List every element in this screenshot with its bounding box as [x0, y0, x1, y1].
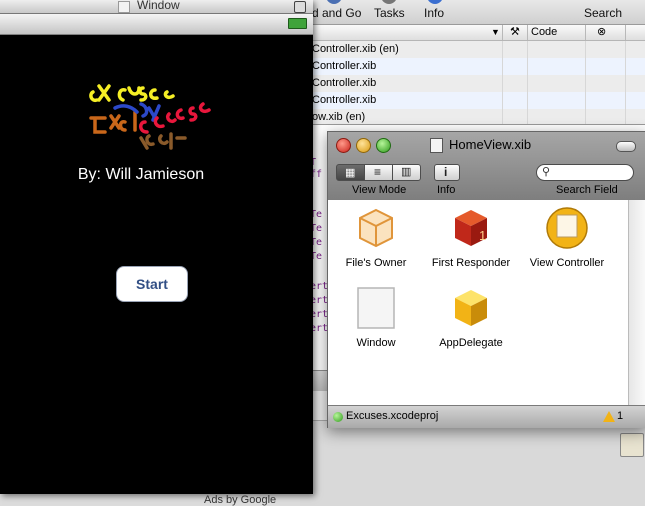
- warning-icon[interactable]: [603, 411, 615, 422]
- view-controller-icon: [546, 207, 588, 249]
- grid-icon: ▦: [345, 167, 356, 179]
- view-mode-label: View Mode: [352, 184, 407, 196]
- list-item[interactable]: Controller.xib: [300, 92, 645, 109]
- xib-document-icon: [430, 138, 443, 153]
- minimize-button[interactable]: [356, 138, 371, 153]
- columns-icon: ▥: [401, 166, 412, 178]
- sort-triangle-icon[interactable]: ▼: [491, 27, 500, 37]
- tasks-button[interactable]: Tasks: [374, 6, 405, 20]
- info-label: Info: [437, 184, 456, 196]
- toolbar-toggle-button[interactable]: [616, 141, 636, 152]
- column-view-button[interactable]: ▥: [392, 164, 421, 181]
- list-view-button[interactable]: ≡: [364, 164, 393, 181]
- file-list: Controller.xib (en) Controller.xib Contr…: [300, 41, 645, 126]
- red-cube-icon: 1: [455, 210, 487, 246]
- window-title: Window: [137, 0, 180, 12]
- search-input[interactable]: ⚲: [536, 164, 634, 181]
- author-byline: By: Will Jamieson: [77, 166, 205, 183]
- build-and-go-icon[interactable]: [326, 0, 342, 4]
- simulator-window: Window By: Will Jamieson Start: [0, 0, 313, 494]
- transparent-cube-icon: [359, 208, 393, 248]
- icon-view-button[interactable]: ▦: [336, 164, 365, 181]
- window-icon: [357, 287, 395, 329]
- simulator-titlebar[interactable]: Window: [0, 0, 313, 14]
- info-button[interactable]: Info: [424, 6, 444, 20]
- info-icon[interactable]: [427, 0, 443, 4]
- xcode-bottom-pane: [300, 420, 645, 506]
- hammer-icon[interactable]: ⚒: [510, 25, 520, 38]
- xcode-toolbar: d and Go Tasks Info Search: [300, 0, 645, 25]
- svg-text:1: 1: [479, 228, 486, 243]
- vertical-scrollbar[interactable]: [628, 200, 645, 405]
- ib-document-window: HomeView.xib ▦ ≡ ▥ View Mode i Info ⚲ Se…: [327, 131, 645, 428]
- search-label: Search: [584, 6, 623, 20]
- zoom-icon[interactable]: [294, 1, 306, 13]
- column-code[interactable]: Code: [531, 26, 557, 38]
- list-item[interactable]: Controller.xib: [300, 75, 645, 92]
- list-item[interactable]: Controller.xib (en): [300, 41, 645, 58]
- ib-status-bar: Excuses.xcodeproj 1: [328, 405, 645, 428]
- file-list-header: ▼ ⚒ Code ⊗: [300, 25, 645, 41]
- window-title: HomeView.xib: [449, 137, 532, 152]
- warning-count[interactable]: 1: [617, 410, 623, 422]
- document-icon: [118, 1, 130, 13]
- info-icon: i: [444, 165, 448, 179]
- list-item[interactable]: Controller.xib: [300, 58, 645, 75]
- close-button[interactable]: [336, 138, 351, 153]
- objects-view: File's Owner 1 First Responder View Cont…: [328, 200, 628, 405]
- build-and-go-button[interactable]: d and Go: [312, 6, 361, 20]
- yellow-cube-icon: [455, 290, 487, 326]
- device-status-bar: [0, 14, 313, 35]
- target-icon[interactable]: ⊗: [597, 25, 606, 38]
- battery-charging-icon: [288, 18, 307, 29]
- project-name[interactable]: Excuses.xcodeproj: [346, 410, 438, 422]
- search-icon: ⚲: [542, 166, 551, 178]
- zoom-button[interactable]: [376, 138, 391, 153]
- ib-toolbar: HomeView.xib ▦ ≡ ▥ View Mode i Info ⚲ Se…: [328, 132, 645, 200]
- script-icon[interactable]: [620, 433, 644, 457]
- ads-label: Ads by Google: [204, 494, 277, 506]
- tasks-icon[interactable]: [381, 0, 397, 4]
- search-field-label: Search Field: [556, 184, 618, 196]
- project-status-icon: [333, 412, 343, 422]
- start-button[interactable]: Start: [116, 266, 188, 302]
- info-button[interactable]: i: [434, 164, 460, 181]
- app-logo: [89, 84, 211, 150]
- list-icon: ≡: [374, 165, 382, 179]
